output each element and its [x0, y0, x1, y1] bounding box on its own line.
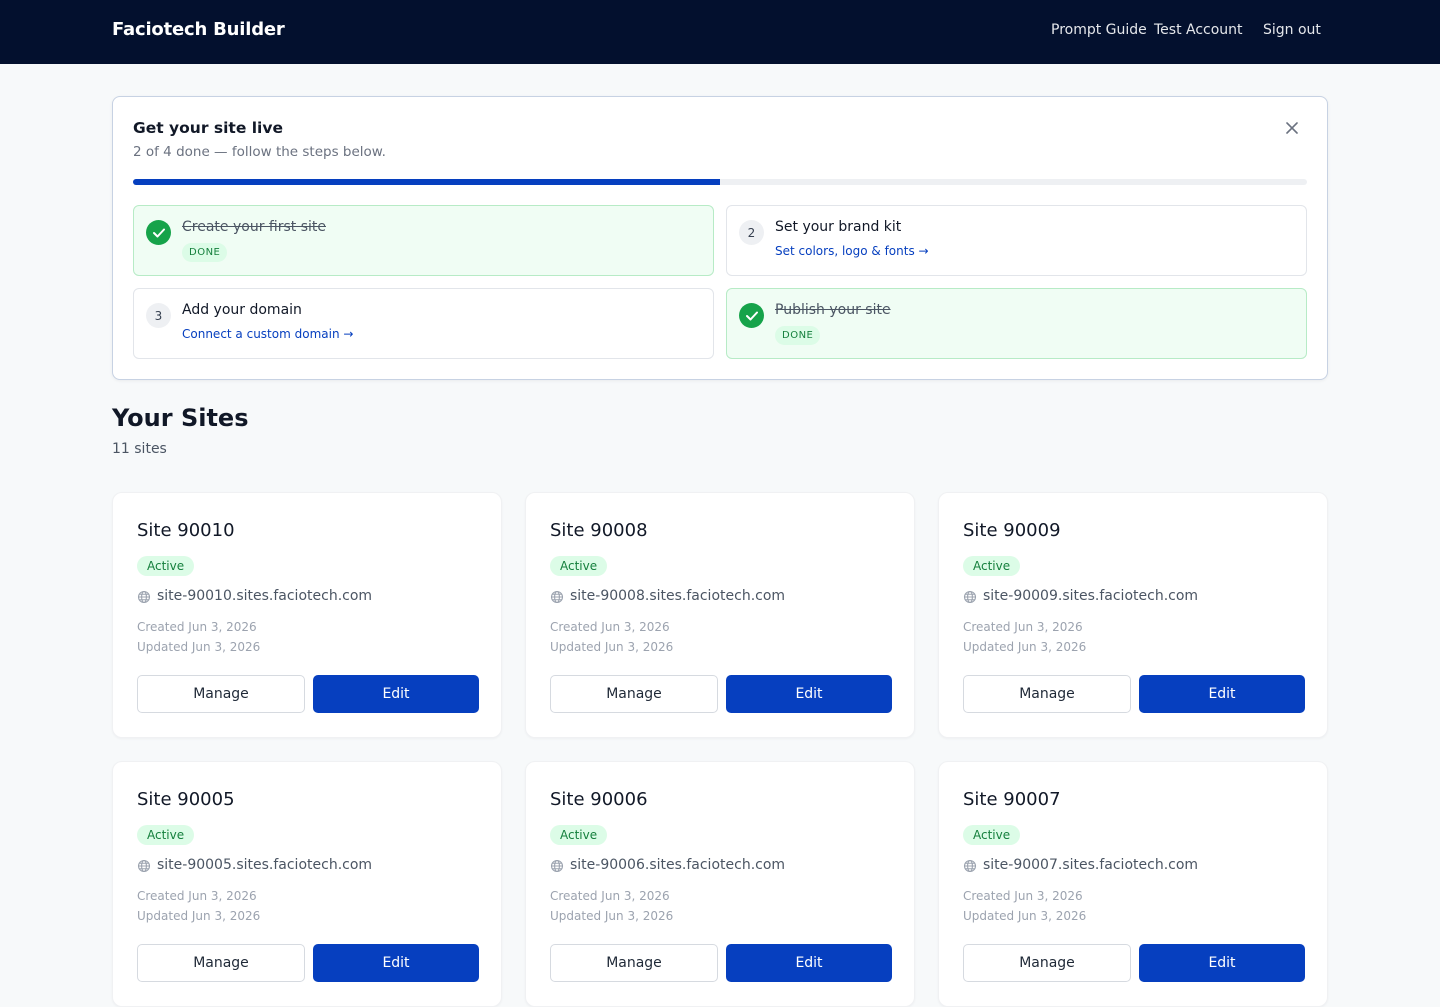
step-number: 3: [146, 303, 171, 328]
manage-button[interactable]: Manage: [963, 944, 1131, 982]
globe-icon: [550, 590, 564, 604]
sign-out-link[interactable]: Sign out: [1263, 22, 1321, 38]
status-badge: Active: [137, 825, 195, 845]
updated-date: Updated Jun 3, 2026: [137, 640, 261, 654]
created-date: Created Jun 3, 2026: [137, 889, 257, 903]
manage-button[interactable]: Manage: [550, 944, 718, 982]
created-date: Created Jun 3, 2026: [550, 620, 670, 634]
top-navbar: Faciotech Builder Prompt Guide Test Acco…: [0, 0, 1440, 64]
close-icon[interactable]: [1281, 117, 1303, 139]
site-domain[interactable]: site-90010.sites.faciotech.com: [157, 588, 372, 604]
status-badge: Active: [137, 556, 195, 576]
step-title: Add your domain: [182, 302, 302, 318]
check-icon: [739, 303, 764, 328]
brand-logo[interactable]: Faciotech Builder: [112, 19, 285, 40]
onboarding-title: Get your site live: [133, 119, 283, 137]
nav-prompt-guide[interactable]: Prompt Guide: [1051, 22, 1147, 38]
globe-icon: [963, 590, 977, 604]
globe-icon: [137, 859, 151, 873]
site-count: 11 sites: [112, 441, 167, 457]
created-date: Created Jun 3, 2026: [550, 889, 670, 903]
step-title: Set your brand kit: [775, 219, 902, 235]
status-badge: Active: [963, 556, 1021, 576]
globe-icon: [137, 590, 151, 604]
site-card: Site 90006 Active site-90006.sites.facio…: [525, 761, 915, 1007]
site-card: Site 90008 Active site-90008.sites.facio…: [525, 492, 915, 738]
updated-date: Updated Jun 3, 2026: [550, 640, 674, 654]
globe-icon: [963, 859, 977, 873]
step-done-badge: DONE: [182, 243, 228, 262]
status-badge: Active: [550, 556, 608, 576]
site-domain[interactable]: site-90007.sites.faciotech.com: [983, 857, 1198, 873]
site-name: Site 90006: [550, 789, 648, 810]
step-publish-site: Publish your site DONE: [726, 288, 1307, 359]
nav-account[interactable]: Test Account: [1154, 22, 1243, 38]
updated-date: Updated Jun 3, 2026: [963, 909, 1087, 923]
progress-fill: [133, 179, 720, 185]
step-title: Create your first site: [182, 219, 326, 235]
edit-button[interactable]: Edit: [313, 944, 479, 982]
step-title: Publish your site: [775, 302, 891, 318]
step-add-domain: 3 Add your domain Connect a custom domai…: [133, 288, 714, 359]
edit-button[interactable]: Edit: [1139, 944, 1305, 982]
created-date: Created Jun 3, 2026: [963, 620, 1083, 634]
step-number: 2: [739, 220, 764, 245]
edit-button[interactable]: Edit: [1139, 675, 1305, 713]
onboarding-subtitle: 2 of 4 done — follow the steps below.: [133, 144, 386, 160]
site-card: Site 90010 Active site-90010.sites.facio…: [112, 492, 502, 738]
manage-button[interactable]: Manage: [550, 675, 718, 713]
created-date: Created Jun 3, 2026: [963, 889, 1083, 903]
edit-button[interactable]: Edit: [726, 675, 892, 713]
step-create-site: Create your first site DONE: [133, 205, 714, 276]
status-badge: Active: [963, 825, 1021, 845]
globe-icon: [550, 859, 564, 873]
site-name: Site 90010: [137, 520, 235, 541]
site-name: Site 90007: [963, 789, 1061, 810]
created-date: Created Jun 3, 2026: [137, 620, 257, 634]
onboarding-progress-bar: [133, 179, 1307, 185]
step-brand-kit: 2 Set your brand kit Set colors, logo & …: [726, 205, 1307, 276]
page-title: Your Sites: [112, 404, 249, 432]
edit-button[interactable]: Edit: [726, 944, 892, 982]
step-done-badge: DONE: [775, 326, 821, 345]
site-domain[interactable]: site-90005.sites.faciotech.com: [157, 857, 372, 873]
site-name: Site 90005: [137, 789, 235, 810]
updated-date: Updated Jun 3, 2026: [550, 909, 674, 923]
site-name: Site 90008: [550, 520, 648, 541]
site-card: Site 90007 Active site-90007.sites.facio…: [938, 761, 1328, 1007]
onboarding-panel: Get your site live 2 of 4 done — follow …: [112, 96, 1328, 380]
connect-domain-link[interactable]: Connect a custom domain →: [182, 327, 353, 341]
manage-button[interactable]: Manage: [963, 675, 1131, 713]
site-name: Site 90009: [963, 520, 1061, 541]
check-icon: [146, 220, 171, 245]
site-domain[interactable]: site-90008.sites.faciotech.com: [570, 588, 785, 604]
site-domain[interactable]: site-90006.sites.faciotech.com: [570, 857, 785, 873]
updated-date: Updated Jun 3, 2026: [137, 909, 261, 923]
status-badge: Active: [550, 825, 608, 845]
site-card: Site 90009 Active site-90009.sites.facio…: [938, 492, 1328, 738]
site-domain[interactable]: site-90009.sites.faciotech.com: [983, 588, 1198, 604]
edit-button[interactable]: Edit: [313, 675, 479, 713]
site-card: Site 90005 Active site-90005.sites.facio…: [112, 761, 502, 1007]
updated-date: Updated Jun 3, 2026: [963, 640, 1087, 654]
manage-button[interactable]: Manage: [137, 944, 305, 982]
manage-button[interactable]: Manage: [137, 675, 305, 713]
set-brand-kit-link[interactable]: Set colors, logo & fonts →: [775, 244, 929, 258]
